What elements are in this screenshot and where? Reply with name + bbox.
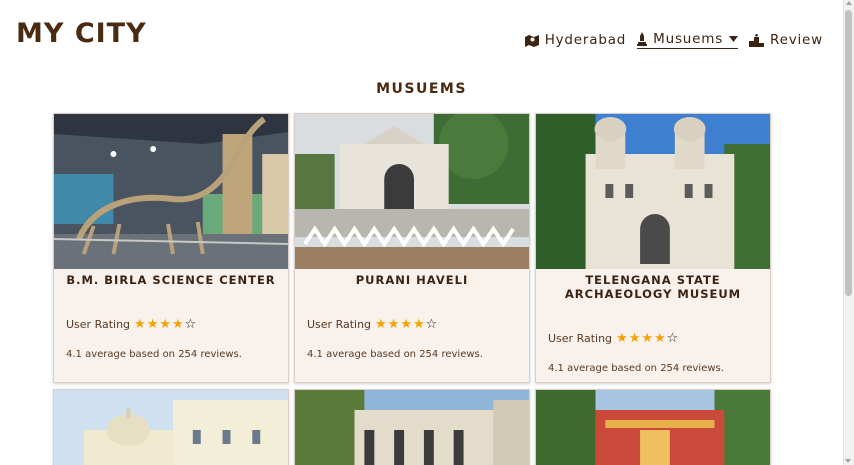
museum-photo-temple	[536, 390, 770, 465]
scroll-down-arrow-icon[interactable]	[845, 459, 851, 463]
rating-row: User Rating ★ ★ ★ ★ ☆	[548, 332, 679, 345]
star-filled-icon: ★	[628, 331, 641, 346]
podium-icon	[749, 33, 765, 47]
rating-summary: 4.1 average based on 254 reviews.	[548, 363, 724, 374]
scroll-up-arrow-icon[interactable]	[846, 1, 852, 5]
rating-summary: 4.1 average based on 254 reviews.	[66, 349, 242, 360]
scrollbar-thumb[interactable]	[845, 10, 852, 296]
card-title: B.M. BIRLA SCIENCE CENTER	[66, 273, 276, 287]
monument-icon	[637, 32, 648, 46]
star-filled-icon: ★	[641, 331, 654, 346]
main-nav: Hyderabad Musuems Review	[524, 31, 823, 49]
card-title: PURANI HAVELI	[355, 273, 469, 287]
star-filled-icon: ★	[616, 331, 628, 346]
section-title: MUSUEMS	[376, 81, 467, 97]
star-filled-icon: ★	[159, 317, 172, 332]
scrollbar[interactable]	[843, 0, 854, 465]
nav-label-review: Review	[770, 32, 823, 48]
star-filled-icon: ★	[400, 317, 413, 332]
star-filled-icon: ★	[146, 317, 159, 332]
rating-label: User Rating	[307, 318, 372, 331]
museum-photo-dinosaur	[54, 114, 288, 269]
star-filled-icon: ★	[387, 317, 400, 332]
museum-card[interactable]: PURANI HAVELI User Rating ★ ★ ★ ★ ☆ 4.1 …	[294, 113, 530, 383]
museum-card[interactable]	[294, 389, 530, 465]
star-filled-icon: ★	[413, 317, 425, 332]
star-filled-icon: ★	[172, 317, 184, 332]
museum-photo-haveli	[295, 114, 529, 269]
museum-card[interactable]: TELENGANA STATE ARCHAEOLOGY MUSEUM User …	[535, 113, 771, 383]
rating-row: User Rating ★ ★ ★ ★ ☆	[66, 318, 197, 331]
museum-photo-building	[54, 390, 288, 465]
rating-label: User Rating	[66, 318, 131, 331]
card-title: TELENGANA STATE ARCHAEOLOGY MUSEUM	[564, 273, 742, 301]
star-empty-icon: ☆	[666, 331, 679, 346]
museum-photo-palace	[295, 390, 529, 465]
star-filled-icon: ★	[654, 331, 666, 346]
map-icon	[524, 34, 539, 47]
caret-down-icon	[729, 36, 739, 42]
museum-photo-archaeology	[536, 114, 770, 269]
star-filled-icon: ★	[134, 317, 146, 332]
museum-card[interactable]: B.M. BIRLA SCIENCE CENTER User Rating ★ …	[53, 113, 289, 383]
nav-item-review[interactable]: Review	[749, 32, 823, 48]
star-empty-icon: ☆	[184, 317, 197, 332]
museum-card[interactable]	[53, 389, 289, 465]
rating-label: User Rating	[548, 332, 613, 345]
nav-item-musuems[interactable]: Musuems	[637, 31, 739, 49]
museum-card[interactable]	[535, 389, 771, 465]
star-filled-icon: ★	[375, 317, 387, 332]
nav-item-hyderabad[interactable]: Hyderabad	[524, 32, 627, 48]
rating-row: User Rating ★ ★ ★ ★ ☆	[307, 318, 438, 331]
site-title: MY CITY	[16, 18, 147, 49]
nav-label-musuems: Musuems	[653, 31, 724, 47]
rating-summary: 4.1 average based on 254 reviews.	[307, 349, 483, 360]
nav-label-hyderabad: Hyderabad	[544, 32, 627, 48]
star-empty-icon: ☆	[425, 317, 438, 332]
